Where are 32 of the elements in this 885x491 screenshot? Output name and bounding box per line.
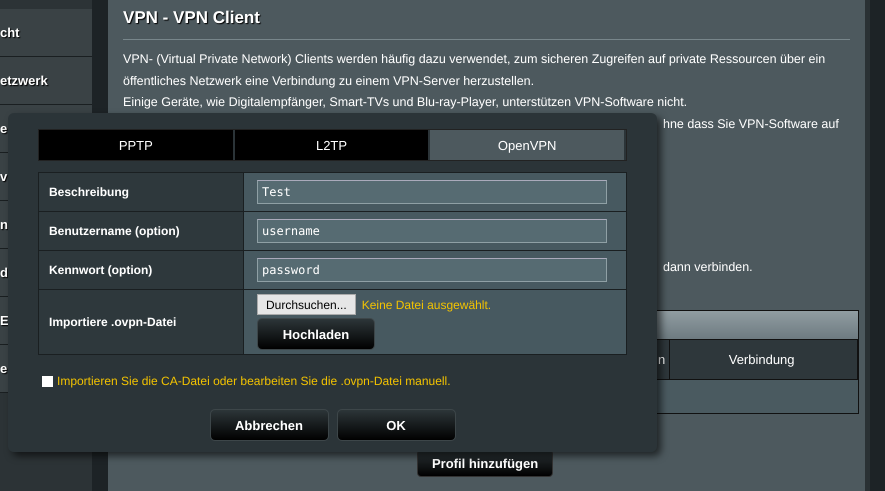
upload-button[interactable]: Hochladen <box>257 318 375 350</box>
description-text: VPN- (Virtual Private Network) Clients werden häufig dazu verwendet, zum sicheren Zugreifen auf private Ressourcen über ein öffentliches Netzwerk eine Verbindung zu einem VPN-Server herzustellen. <box>123 51 826 90</box>
field-label: Benutzername (option) <box>39 212 244 250</box>
column-header: n <box>658 352 666 366</box>
text-field[interactable]: password <box>257 258 607 282</box>
sidebar-item[interactable]: e <box>0 121 8 136</box>
column-header: Verbindung <box>728 352 795 366</box>
text-field[interactable]: Test <box>257 180 607 204</box>
protocol-tab[interactable]: OpenVPN <box>430 130 626 160</box>
text-field[interactable]: username <box>257 219 607 243</box>
ok-button[interactable]: OK <box>336 409 456 441</box>
description-text: dann verbinden. <box>663 260 753 274</box>
browse-button[interactable]: Durchsuchen... <box>257 294 356 315</box>
sidebar-item[interactable]: E <box>0 313 9 328</box>
field-label: Importiere .ovpn-Datei <box>39 290 244 354</box>
file-status: Keine Datei ausgewählt. <box>362 298 492 312</box>
checkbox[interactable] <box>42 376 53 386</box>
sidebar-item[interactable]: cht <box>0 25 20 40</box>
sidebar-item[interactable]: d <box>0 265 8 280</box>
protocol-tab[interactable]: PPTP <box>39 130 235 160</box>
sidebar-item[interactable]: v <box>0 169 8 184</box>
cancel-button[interactable]: Abbrechen <box>210 409 328 441</box>
sidebar-item[interactable]: n <box>0 217 8 232</box>
field-label: Kennwort (option) <box>39 251 244 289</box>
field-label: Beschreibung <box>39 173 244 211</box>
sidebar-item[interactable]: e <box>0 361 8 376</box>
sidebar-item[interactable]: etzwerk <box>0 73 48 88</box>
description-text: Einige Geräte, wie Digitalempfänger, Smart-TVs und Blu-ray-Player, unterstützen VPN-Software nicht. <box>123 94 688 111</box>
description-text: hne dass Sie VPN-Software auf <box>663 116 839 130</box>
protocol-tab[interactable]: L2TP <box>234 130 430 160</box>
checkbox-label: Importieren Sie die CA-Datei oder bearbeiten Sie die .ovpn-Datei manuell. <box>57 374 451 388</box>
page-title: VPN - VPN Client <box>123 8 850 40</box>
